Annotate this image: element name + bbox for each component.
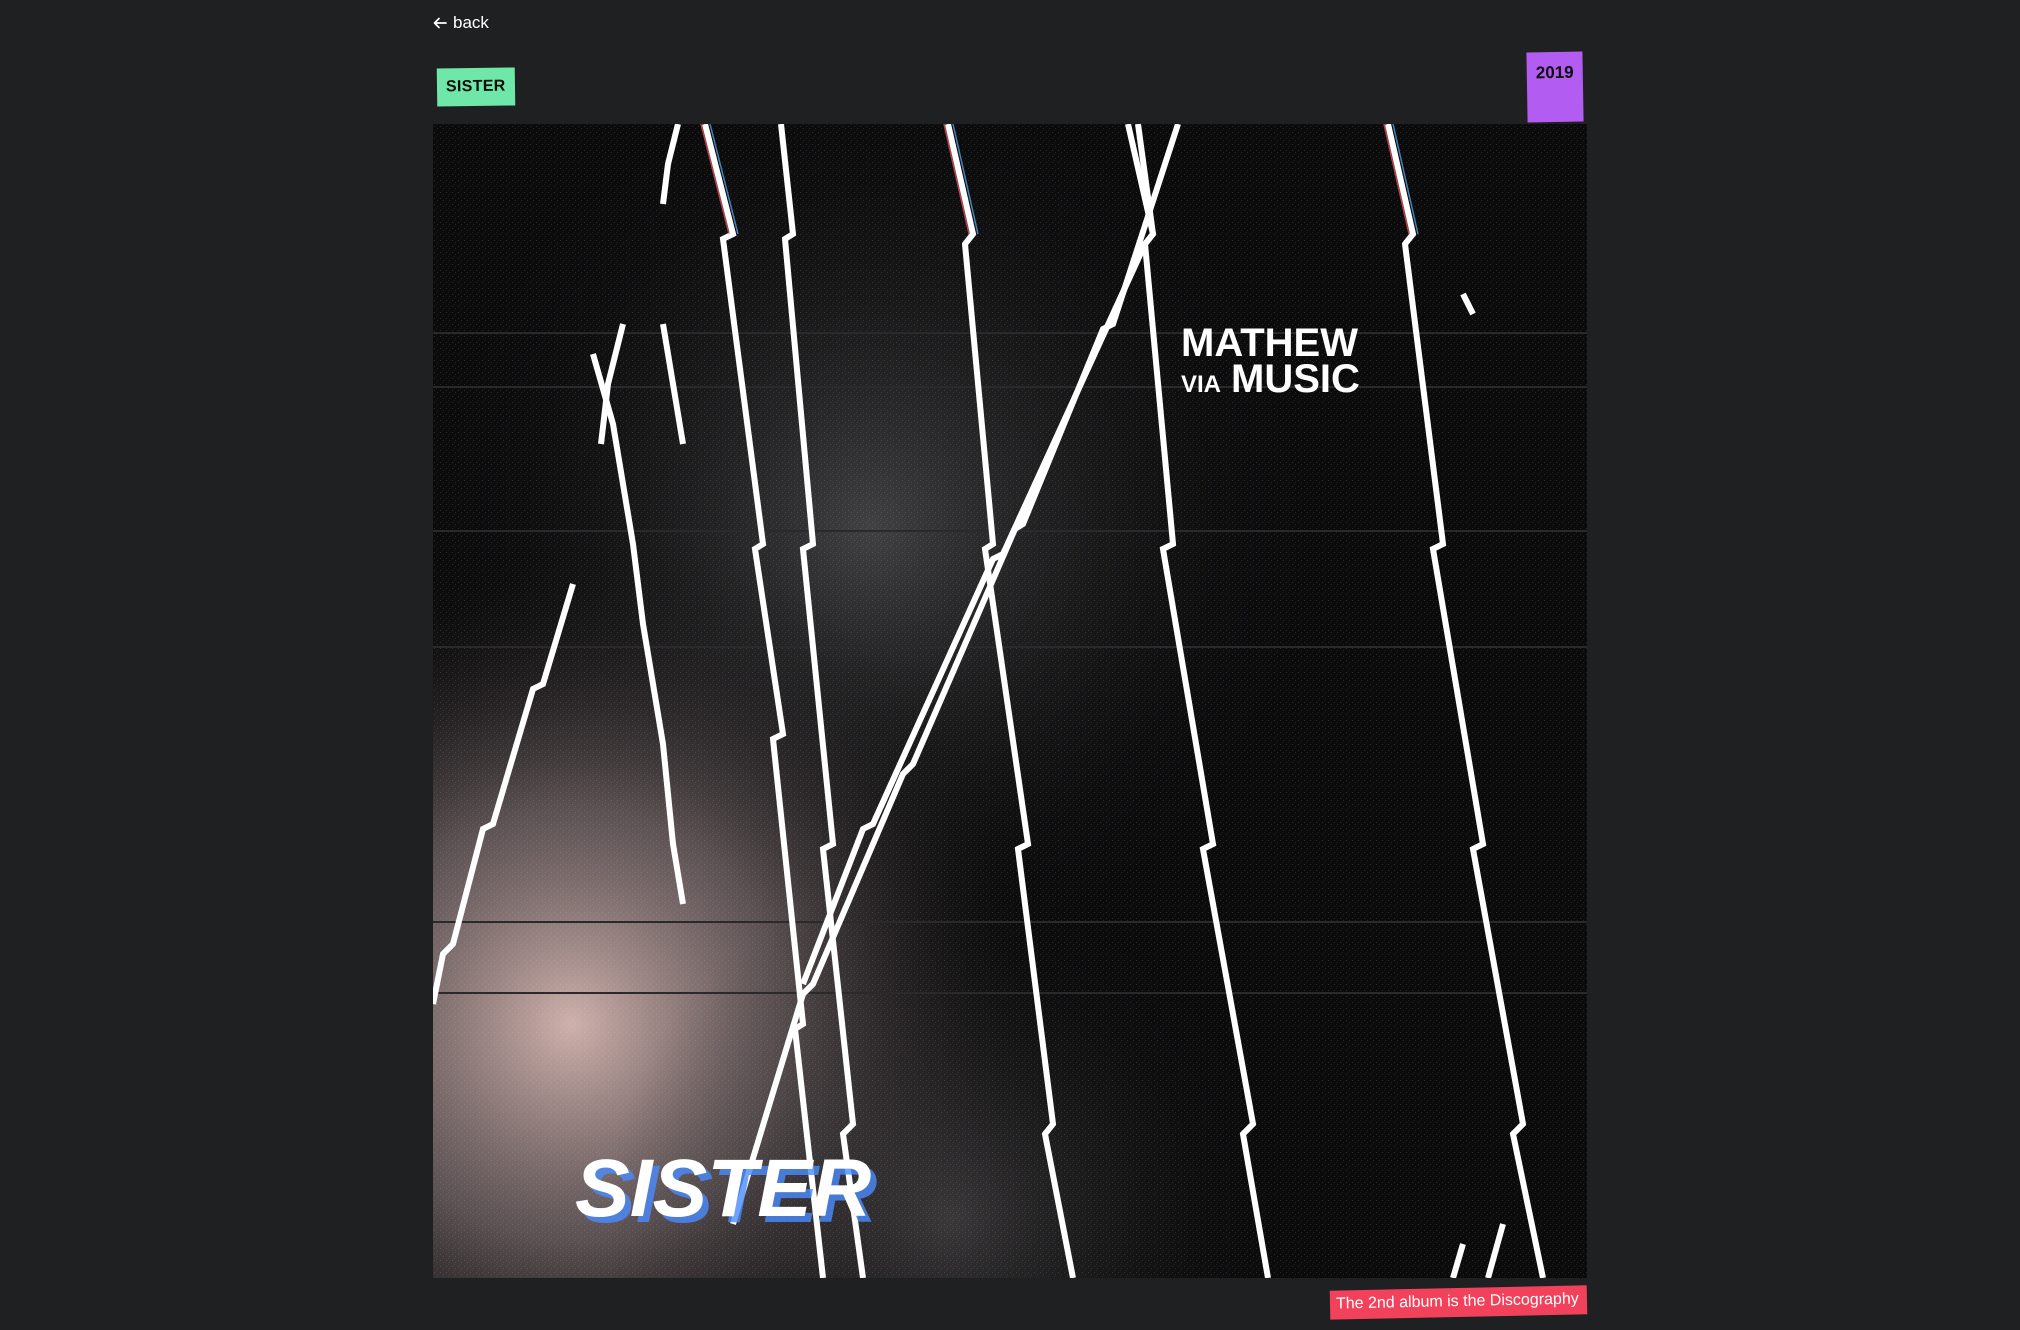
back-label: back xyxy=(453,13,489,32)
album-detail-page: back SISTER 2019 MATHEW VIA MUSIC SISTER… xyxy=(0,0,2020,1330)
album-year-tag: 2019 xyxy=(1526,51,1584,123)
album-cover-image: MATHEW VIA MUSIC SISTER SISTER xyxy=(433,124,1587,1278)
artist-logo: MATHEW VIA MUSIC xyxy=(1181,321,1360,401)
artist-line-2-prefix: VIA xyxy=(1181,371,1221,398)
artist-line-2: MUSIC xyxy=(1231,357,1360,401)
cover-title: SISTER SISTER xyxy=(575,1143,877,1240)
cover-title-text: SISTER xyxy=(575,1143,871,1234)
album-cover-artwork: MATHEW VIA MUSIC SISTER SISTER xyxy=(433,124,1587,1278)
album-caption-tag: The 2nd album is the Discography xyxy=(1329,1285,1588,1320)
arrow-left-icon xyxy=(433,17,447,29)
album-title-tag[interactable]: SISTER xyxy=(436,67,515,107)
back-link[interactable]: back xyxy=(433,13,489,33)
